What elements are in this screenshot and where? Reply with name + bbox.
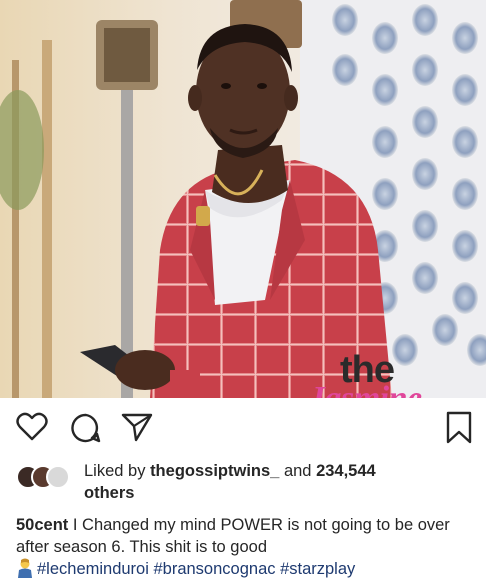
likes-prefix: Liked by [84, 462, 146, 480]
caption-text: I Changed my mind POWER is not going to … [16, 516, 450, 556]
likes-middle: and [283, 462, 312, 480]
likes-row[interactable]: Liked by thegossiptwins_ and 234,544 oth… [16, 462, 476, 502]
caption-hashtags[interactable]: #lecheminduroi #bransoncognac #starzplay [37, 560, 355, 578]
heart-icon[interactable] [16, 412, 48, 442]
likes-text: Liked by thegossiptwins_ and 234,544 oth… [84, 460, 474, 504]
likes-count[interactable]: 234,544 [316, 462, 376, 480]
post-image[interactable] [0, 0, 486, 398]
man-emoji-icon [18, 558, 32, 578]
post-photo-illustration [0, 0, 486, 398]
action-bar [0, 398, 486, 460]
liker-avatars[interactable] [16, 465, 78, 489]
liker-username[interactable]: thegossiptwins_ [150, 462, 279, 480]
caption: 50cent I Changed my mind POWER is not go… [16, 514, 478, 580]
comment-icon[interactable] [70, 412, 102, 444]
likes-suffix[interactable]: others [84, 484, 134, 502]
bookmark-icon[interactable] [446, 411, 472, 445]
caption-username[interactable]: 50cent [16, 516, 68, 534]
share-icon[interactable] [121, 412, 153, 442]
avatar [46, 465, 70, 489]
